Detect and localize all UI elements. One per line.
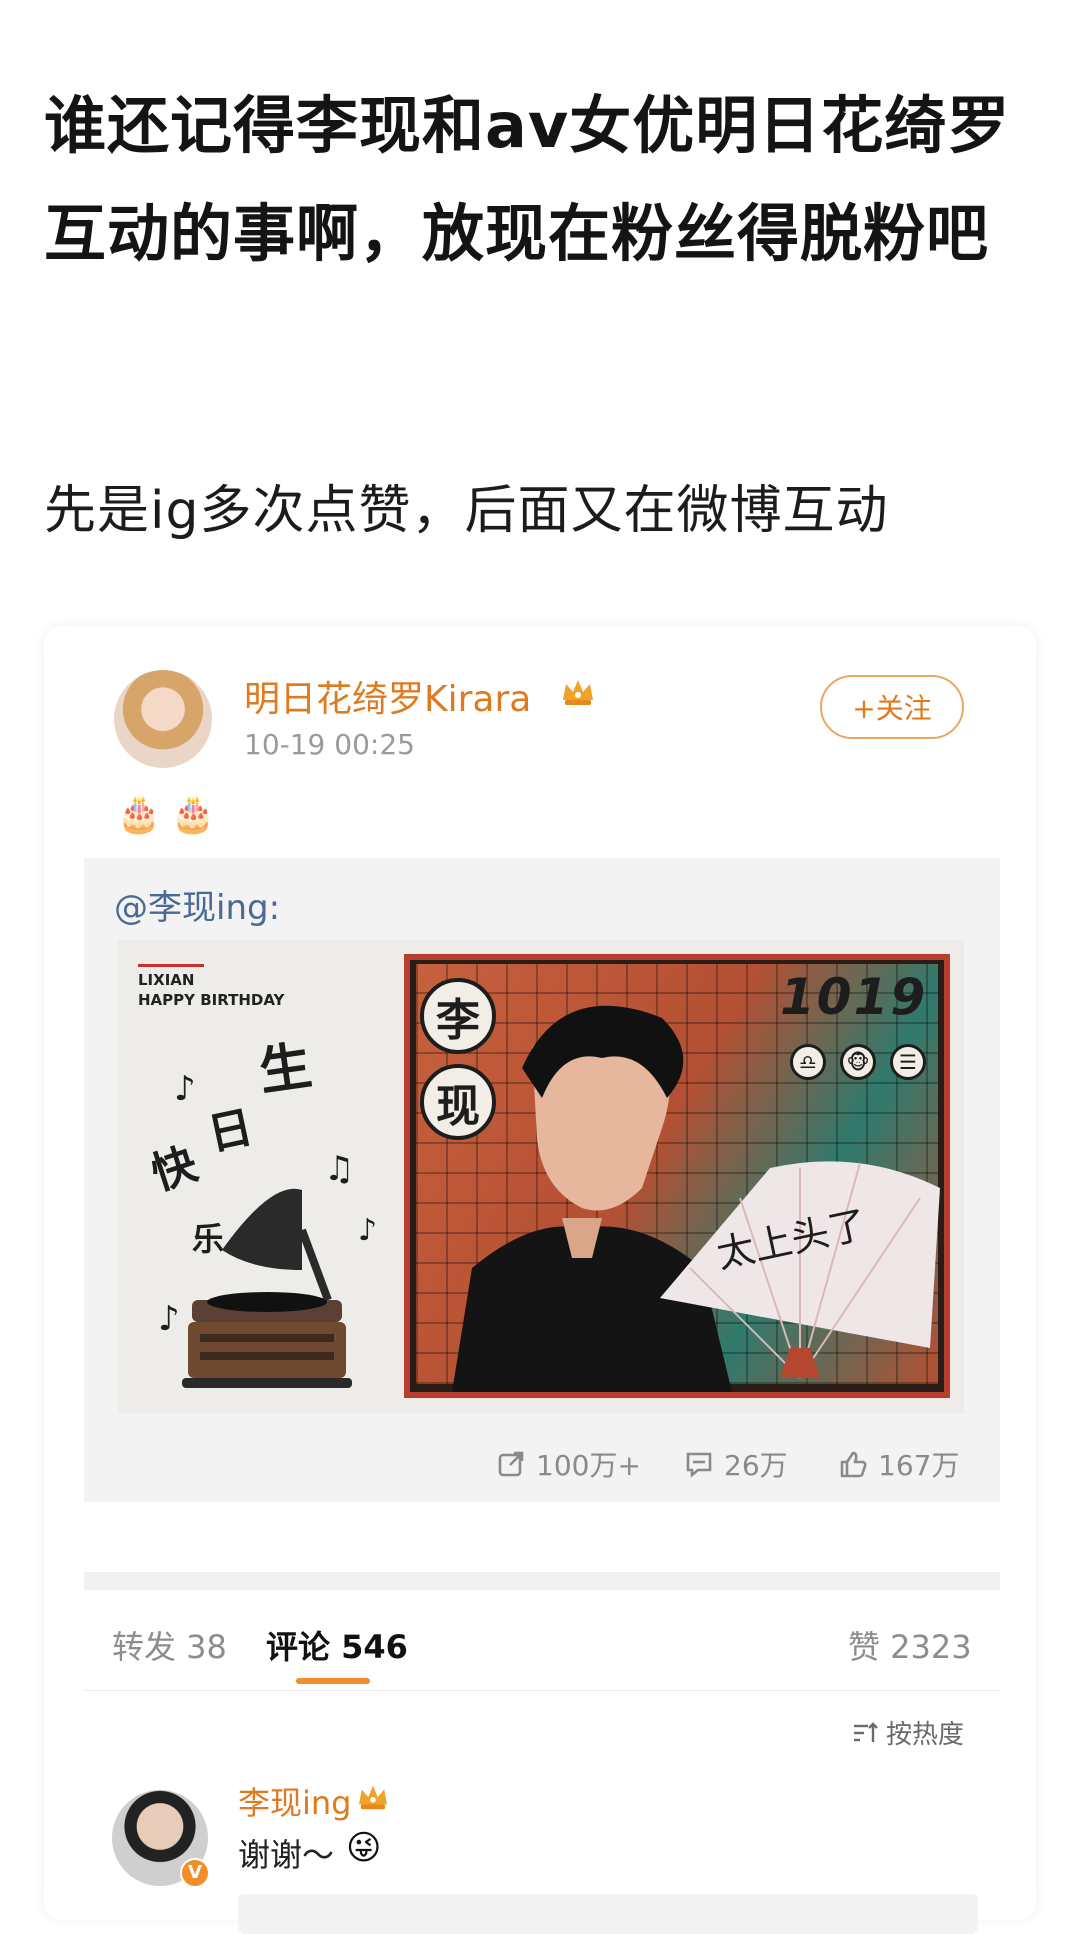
like-stat[interactable]: 167万 bbox=[838, 1446, 959, 1482]
svg-text:快: 快 bbox=[152, 1138, 204, 1200]
svg-text:♪: ♪ bbox=[358, 1213, 377, 1248]
name-char-xian: 现 bbox=[420, 1064, 496, 1140]
monkey-icon: 🐵 bbox=[840, 1044, 876, 1080]
vip-crown-icon bbox=[358, 1785, 388, 1810]
share-icon bbox=[498, 1451, 524, 1477]
svg-text:生: 生 bbox=[255, 1040, 315, 1103]
svg-text:♪: ♪ bbox=[158, 1299, 180, 1339]
cake-icon: ☰ bbox=[890, 1044, 926, 1080]
name-char-li: 李 bbox=[420, 978, 496, 1054]
verified-v-icon: V bbox=[180, 1858, 210, 1888]
tab-comments[interactable]: 评论 546 bbox=[266, 1622, 408, 1668]
post-title: 谁还记得李现和av女优明日花绮罗互动的事啊，放现在粉丝得脱粉吧 bbox=[44, 89, 1011, 270]
sort-icon bbox=[854, 1721, 878, 1742]
poster-header-text: LIXIAN HAPPY BIRTHDAY bbox=[138, 970, 284, 1010]
poster-header-line2: HAPPY BIRTHDAY bbox=[138, 991, 285, 1009]
forward-stat[interactable]: 100万+ bbox=[496, 1446, 641, 1482]
birthday-cake-emoji: 🎂 bbox=[170, 794, 216, 835]
tab-divider bbox=[84, 1690, 1000, 1691]
post-timestamp: 10-19 00:25 bbox=[244, 728, 415, 761]
libra-icon: ♎ bbox=[790, 1044, 826, 1080]
svg-text:♫: ♫ bbox=[324, 1149, 354, 1189]
tab-forwards[interactable]: 转发 38 bbox=[112, 1622, 227, 1668]
follow-button[interactable]: +关注 bbox=[820, 675, 964, 739]
poster-accent-rule bbox=[138, 964, 204, 967]
svg-text:日: 日 bbox=[204, 1102, 258, 1161]
folding-fan: 太上头了 bbox=[660, 1161, 940, 1379]
poster-date: 1019 bbox=[780, 968, 928, 1026]
comment-icon bbox=[686, 1452, 712, 1478]
svg-text:乐: 乐 bbox=[192, 1220, 224, 1258]
thumbs-up-icon bbox=[840, 1451, 867, 1478]
poster-header-line1: LIXIAN bbox=[138, 971, 195, 989]
comment-stat[interactable]: 26万 bbox=[684, 1446, 788, 1482]
poster-avatar[interactable] bbox=[114, 670, 212, 768]
section-divider bbox=[84, 1572, 1000, 1590]
svg-text:♪: ♪ bbox=[174, 1069, 196, 1109]
winking-tongue-emoji: 😜 bbox=[346, 1828, 382, 1868]
like-count: 167万 bbox=[878, 1449, 960, 1482]
post-subtitle: 先是ig多次点赞，后面又在微博互动 bbox=[44, 481, 889, 541]
gramophone-illustration: 生 日 快 乐 ♪ ♫ ♪ ♪ bbox=[152, 1040, 377, 1388]
sort-by-hot-button[interactable]: 按热度 bbox=[852, 1714, 964, 1751]
repost-mention[interactable]: @李现ing: bbox=[114, 880, 280, 929]
tab-likes[interactable]: 赞 2323 bbox=[848, 1622, 972, 1668]
comment-count: 26万 bbox=[724, 1449, 788, 1482]
commenter-name[interactable]: 李现ing bbox=[238, 1778, 352, 1824]
reply-preview[interactable] bbox=[238, 1894, 978, 1934]
poster-name[interactable]: 明日花绮罗Kirara bbox=[244, 670, 531, 722]
comment-text: 谢谢～ bbox=[238, 1836, 335, 1874]
sort-label: 按热度 bbox=[886, 1720, 965, 1750]
forward-count: 100万+ bbox=[536, 1449, 641, 1482]
birthday-cake-emoji: 🎂 bbox=[116, 794, 162, 835]
active-tab-indicator bbox=[296, 1678, 370, 1684]
vip-crown-icon bbox=[563, 680, 593, 705]
